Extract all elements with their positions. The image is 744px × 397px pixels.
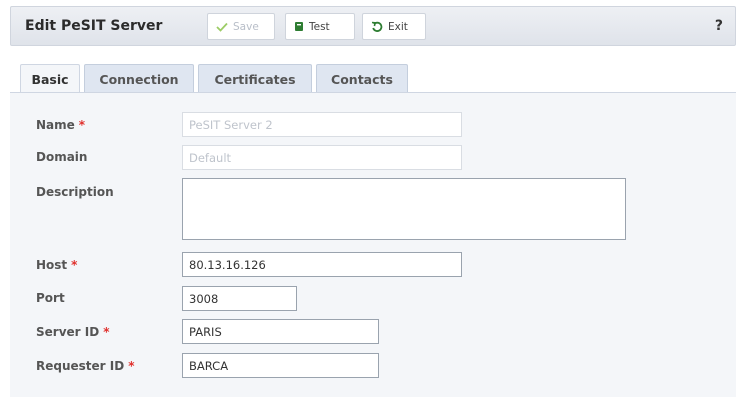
- tab-contacts[interactable]: Contacts: [316, 64, 408, 93]
- required-marker: *: [78, 118, 86, 132]
- required-marker: *: [103, 325, 110, 339]
- page-title: Edit PeSIT Server: [25, 18, 163, 34]
- tab-connection[interactable]: Connection: [84, 64, 194, 93]
- test-icon: [294, 21, 304, 32]
- host-field[interactable]: 80.13.16.126: [182, 252, 462, 277]
- server-id-label-text: Server ID: [36, 325, 100, 339]
- port-field[interactable]: 3008: [182, 286, 297, 311]
- save-button-label: Save: [233, 20, 259, 33]
- checkmark-icon: [216, 22, 228, 32]
- name-label: Name *: [36, 118, 85, 132]
- save-button[interactable]: Save: [207, 13, 275, 40]
- server-id-field[interactable]: PARIS: [182, 319, 379, 344]
- domain-field[interactable]: Default: [182, 145, 462, 170]
- server-id-label: Server ID *: [36, 325, 109, 339]
- required-marker: *: [71, 258, 78, 272]
- host-label: Host *: [36, 258, 77, 272]
- requester-id-field[interactable]: BARCA: [182, 353, 379, 378]
- description-label: Description: [36, 185, 114, 199]
- name-field[interactable]: PeSIT Server 2: [182, 112, 462, 137]
- tab-basic[interactable]: Basic: [20, 64, 80, 94]
- port-label: Port: [36, 291, 65, 305]
- exit-icon: [371, 21, 383, 33]
- host-label-text: Host: [36, 258, 68, 272]
- exit-button[interactable]: Exit: [362, 13, 426, 40]
- test-button-label: Test: [309, 20, 330, 33]
- description-field[interactable]: [182, 178, 626, 240]
- name-label-text: Name: [36, 118, 75, 132]
- form-panel: [10, 92, 736, 397]
- exit-button-label: Exit: [388, 20, 408, 33]
- test-button[interactable]: Test: [285, 13, 355, 40]
- domain-label: Domain: [36, 150, 88, 164]
- required-marker: *: [128, 359, 135, 373]
- requester-id-label-text: Requester ID: [36, 359, 125, 373]
- requester-id-label: Requester ID *: [36, 359, 134, 373]
- help-icon[interactable]: ?: [715, 18, 723, 34]
- tab-certificates[interactable]: Certificates: [198, 64, 312, 93]
- toolbar: Edit PeSIT Server Save Test Exit ?: [10, 6, 736, 46]
